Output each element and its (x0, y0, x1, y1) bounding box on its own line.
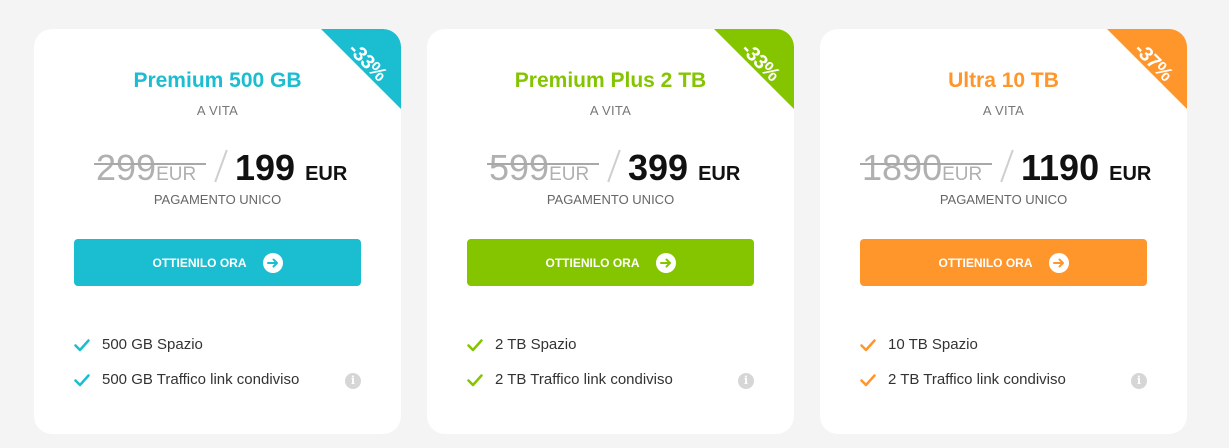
pricing-cards: -33% Premium 500 GB A VITA 299EUR 199 EU… (0, 0, 1229, 448)
feature-label: 2 TB Traffico link condiviso (495, 371, 673, 388)
plan-subtitle: A VITA (982, 103, 1025, 118)
list-item: 500 GB Spazio (74, 327, 364, 362)
plan-title: Premium 500 GB (133, 69, 302, 92)
current-price: 1190 EUR (1021, 147, 1151, 189)
list-item: 10 TB Spazio (860, 327, 1150, 362)
feature-label: 2 TB Traffico link condiviso (888, 371, 1066, 388)
feature-label: 500 GB Spazio (102, 336, 203, 353)
current-price-value: 399 (628, 147, 689, 188)
plan-title: Ultra 10 TB (948, 69, 1059, 92)
current-price-currency: EUR (305, 163, 348, 185)
plan-card-premium-500gb: -33% Premium 500 GB A VITA 299EUR 199 EU… (34, 29, 401, 434)
list-item: 2 TB Traffico link condiviso i (467, 362, 757, 397)
price-row: 1890EUR 1190 EUR (820, 147, 1187, 191)
plan-title: Premium Plus 2 TB (514, 69, 707, 92)
plan-card-premium-plus-2tb: -33% Premium Plus 2 TB A VITA 599EUR 399… (427, 29, 794, 434)
info-icon[interactable]: i (1131, 373, 1147, 389)
list-item: 2 TB Traffico link condiviso i (860, 362, 1150, 397)
current-price: 199 EUR (235, 147, 347, 189)
current-price: 399 EUR (628, 147, 740, 189)
arrow-right-circle-icon (1048, 252, 1069, 273)
plan-subtitle: A VITA (589, 103, 632, 118)
old-price-currency: EUR (549, 164, 590, 185)
price-row: 599EUR 399 EUR (427, 147, 794, 191)
check-icon (860, 373, 876, 386)
feature-label: 10 TB Spazio (888, 336, 978, 353)
old-price-value: 299 (96, 147, 157, 188)
arrow-right-circle-icon (655, 252, 676, 273)
current-price-value: 199 (235, 147, 296, 188)
feature-label: 2 TB Spazio (495, 336, 577, 353)
button-label: OTTIENILO ORA (545, 255, 640, 270)
button-label: OTTIENILO ORA (938, 255, 1033, 270)
old-price: 599EUR (487, 147, 599, 189)
old-price: 299EUR (94, 147, 206, 189)
button-label: OTTIENILO ORA (152, 255, 247, 270)
current-price-currency: EUR (1109, 163, 1152, 185)
payment-note: PAGAMENTO UNICO (939, 192, 1068, 207)
price-row: 299EUR 199 EUR (34, 147, 401, 191)
get-it-now-button[interactable]: OTTIENILO ORA (74, 239, 361, 286)
old-price-value: 1890 (862, 147, 943, 188)
old-price: 1890EUR (860, 147, 992, 189)
plan-subtitle: A VITA (196, 103, 239, 118)
check-icon (467, 373, 483, 386)
plan-card-ultra-10tb: -37% Ultra 10 TB A VITA 1890EUR 1190 EUR… (820, 29, 1187, 434)
arrow-right-circle-icon (262, 252, 283, 273)
check-icon (74, 338, 90, 351)
feature-list: 2 TB Spazio 2 TB Traffico link condiviso… (467, 327, 757, 397)
get-it-now-button[interactable]: OTTIENILO ORA (467, 239, 754, 286)
payment-note: PAGAMENTO UNICO (153, 192, 282, 207)
old-price-value: 599 (489, 147, 550, 188)
feature-label: 500 GB Traffico link condiviso (102, 371, 300, 388)
info-icon[interactable]: i (738, 373, 754, 389)
list-item: 2 TB Spazio (467, 327, 757, 362)
info-icon[interactable]: i (345, 373, 361, 389)
check-icon (860, 338, 876, 351)
check-icon (467, 338, 483, 351)
payment-note: PAGAMENTO UNICO (546, 192, 675, 207)
old-price-currency: EUR (156, 164, 197, 185)
current-price-value: 1190 (1021, 147, 1100, 188)
check-icon (74, 373, 90, 386)
get-it-now-button[interactable]: OTTIENILO ORA (860, 239, 1147, 286)
old-price-currency: EUR (942, 164, 983, 185)
current-price-currency: EUR (698, 163, 741, 185)
feature-list: 10 TB Spazio 2 TB Traffico link condivis… (860, 327, 1150, 397)
list-item: 500 GB Traffico link condiviso i (74, 362, 364, 397)
feature-list: 500 GB Spazio 500 GB Traffico link condi… (74, 327, 364, 397)
